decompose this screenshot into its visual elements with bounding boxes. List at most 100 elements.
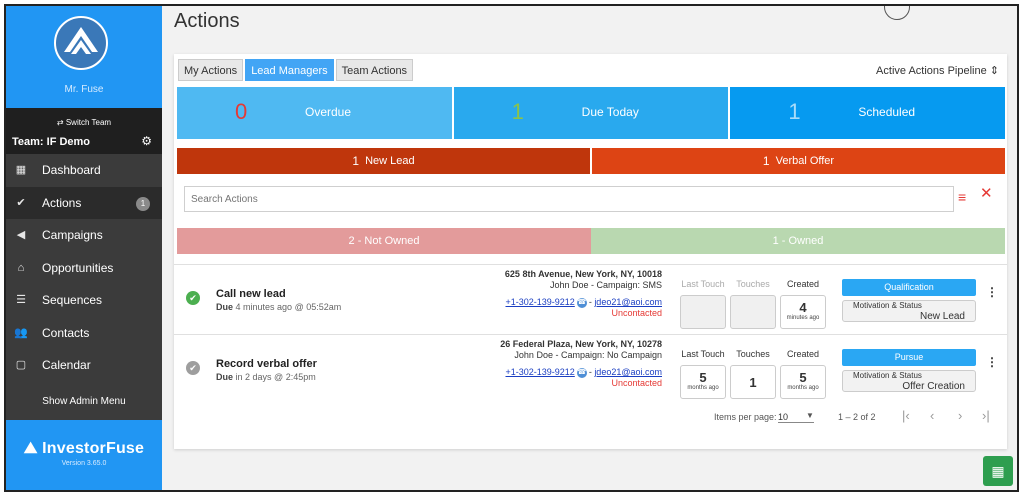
paginator: Items per page: 10 ▼ 1 – 2 of 2 |‹ ‹ › ›… [174,408,1007,428]
spreadsheet-icon[interactable]: ▦ [983,456,1013,486]
sidebar-item-calendar[interactable]: ▢ Calendar [6,349,162,382]
phone-icon[interactable]: ☎ [576,367,587,378]
sidebar-item-label: Sequences [42,293,103,308]
tab-lead-managers[interactable]: Lead Managers [245,59,334,81]
property-info: 26 Federal Plaza, New York, NY, 10278 Jo… [462,339,662,389]
stat-label: Overdue [305,105,352,119]
motivation-status-box[interactable]: Motivation & Status Offer Creation [842,370,976,392]
action-row[interactable]: ✔ Record verbal offer Due in 2 days @ 2:… [174,334,1007,404]
due-time: 4 minutes ago @ 05:52am [235,302,342,312]
show-admin-menu-button[interactable]: Show Admin Menu [6,396,162,407]
switch-team-button[interactable]: ⇄ Switch Team [6,118,162,127]
ownership-row: 2 - Not Owned 1 - Owned [177,228,1005,254]
phone-icon[interactable]: ☎ [576,297,587,308]
property-address[interactable]: 625 8th Avenue, New York, NY, 10018 [462,269,662,280]
check-circle-icon[interactable]: ✔ [186,361,200,375]
tab-team-actions[interactable]: Team Actions [335,59,414,81]
stage-label: New Lead [365,155,415,167]
stage-badge[interactable]: Pursue [842,349,976,366]
stat-label: Scheduled [858,105,916,119]
first-page-icon[interactable]: |‹ [902,408,910,423]
people-icon: 👥 [14,326,28,339]
stage-count: 1 [352,154,360,168]
calendar-icon: ▢ [15,359,27,372]
action-title[interactable]: Record verbal offer [216,358,317,370]
page-range: 1 – 2 of 2 [838,412,876,422]
action-due: Due 4 minutes ago @ 05:52am [216,302,341,312]
user-name[interactable]: Mr. Fuse [6,84,162,95]
sidebar-item-label: Contacts [42,325,90,340]
last-touch-metric: Last Touch 5 months ago [680,349,726,399]
pipeline-select[interactable]: Active Actions Pipeline ⇕ [876,64,999,77]
sidebar-item-label: Campaigns [42,228,103,243]
team-name: Team: IF Demo [12,136,91,148]
sidebar: Mr. Fuse ⇄ Switch Team Team: IF Demo ⚙ ▦… [6,6,162,490]
actions-count-badge: 1 [136,196,150,211]
action-title[interactable]: Call new lead [216,288,286,300]
dropdown-caret-icon[interactable]: ▼ [806,411,814,420]
check-circle-icon[interactable]: ✔ [186,291,200,305]
filter-icon[interactable]: ≡ [958,189,966,205]
last-page-icon[interactable]: ›| [982,408,990,423]
due-prefix: Due [216,302,234,312]
megaphone-icon: ◀ [16,229,26,242]
stat-overdue[interactable]: 0 Overdue [177,87,452,139]
property-address[interactable]: 26 Federal Plaza, New York, NY, 10278 [462,339,662,350]
items-per-page-label: Items per page: [714,412,777,422]
sidebar-item-label: Actions [42,195,82,210]
sidebar-footer: ⛰ InvestorFuse Version 3.65.0 [6,420,162,490]
stage-badge[interactable]: Qualification [842,279,976,296]
sidebar-item-label: Opportunities [42,260,114,275]
stage-label: Verbal Offer [775,155,835,167]
sidebar-item-contacts[interactable]: 👥 Contacts [6,317,162,350]
email-link[interactable]: jdeo21@aoi.com [594,297,662,307]
brand-name: InvestorFuse [42,440,145,457]
next-page-icon[interactable]: › [958,408,962,423]
gear-icon[interactable]: ⚙ [141,134,152,148]
metric-label: Last Touch [681,349,725,359]
metric-box: 5 months ago [680,365,726,399]
stat-value: 0 [235,99,248,124]
app-logo-icon[interactable] [54,16,108,70]
sidebar-item-dashboard[interactable]: ▦ Dashboard [6,154,162,187]
help-icon[interactable] [884,6,910,20]
page-title: Actions [174,10,240,32]
email-link[interactable]: jdeo21@aoi.com [594,367,662,377]
motivation-label: Motivation & Status [853,371,922,380]
phone-link[interactable]: +1-302-139-9212 [506,367,575,377]
stat-scheduled[interactable]: 1 Scheduled [730,87,1006,139]
up-down-chevron-icon: ⇕ [989,65,999,77]
stage-count: 1 [762,154,770,168]
action-row[interactable]: ✔ Call new lead Due 4 minutes ago @ 05:5… [174,264,1007,334]
tab-my-actions[interactable]: My Actions [178,59,244,81]
motivation-status-box[interactable]: Motivation & Status New Lead [842,300,976,322]
previous-page-icon[interactable]: ‹ [930,408,934,423]
metric-value: 4 [799,300,807,315]
search-input[interactable] [185,187,953,211]
phone-link[interactable]: +1-302-139-9212 [506,297,575,307]
stat-label: Due Today [581,105,639,119]
more-vert-icon[interactable]: ⋮ [986,355,998,369]
metric-box: 1 [730,365,776,399]
stage-panel: Qualification Motivation & Status New Le… [842,279,976,322]
metric-label: Created [786,349,820,359]
home-icon: ⌂ [17,261,25,274]
more-vert-icon[interactable]: ⋮ [986,285,998,299]
stats-row: 0 Overdue 1 Due Today 1 Scheduled [177,87,1006,139]
metric-box: 5 months ago [780,365,826,399]
ownership-not-owned[interactable]: 2 - Not Owned [177,228,591,254]
metric-label: Touches [736,279,770,289]
close-icon[interactable]: ✕ [980,184,993,202]
stat-due-today[interactable]: 1 Due Today [453,87,729,139]
main-content: Actions My Actions Lead Managers Team Ac… [162,6,1017,490]
sidebar-item-sequences[interactable]: ☰ Sequences [6,284,162,317]
ownership-owned[interactable]: 1 - Owned [591,228,1005,254]
metric-unit: months ago [787,385,819,391]
stage-filter-verbal-offer[interactable]: 1 Verbal Offer [592,148,1005,174]
stage-filter-new-lead[interactable]: 1 New Lead [177,148,590,174]
sidebar-item-campaigns[interactable]: ◀ Campaigns [6,219,162,252]
motivation-value: Offer Creation [902,381,965,392]
app-window: Mr. Fuse ⇄ Switch Team Team: IF Demo ⚙ ▦… [4,4,1019,492]
sidebar-item-actions[interactable]: ✔ Actions 1 [6,186,162,219]
sidebar-item-opportunities[interactable]: ⌂ Opportunities [6,252,162,285]
